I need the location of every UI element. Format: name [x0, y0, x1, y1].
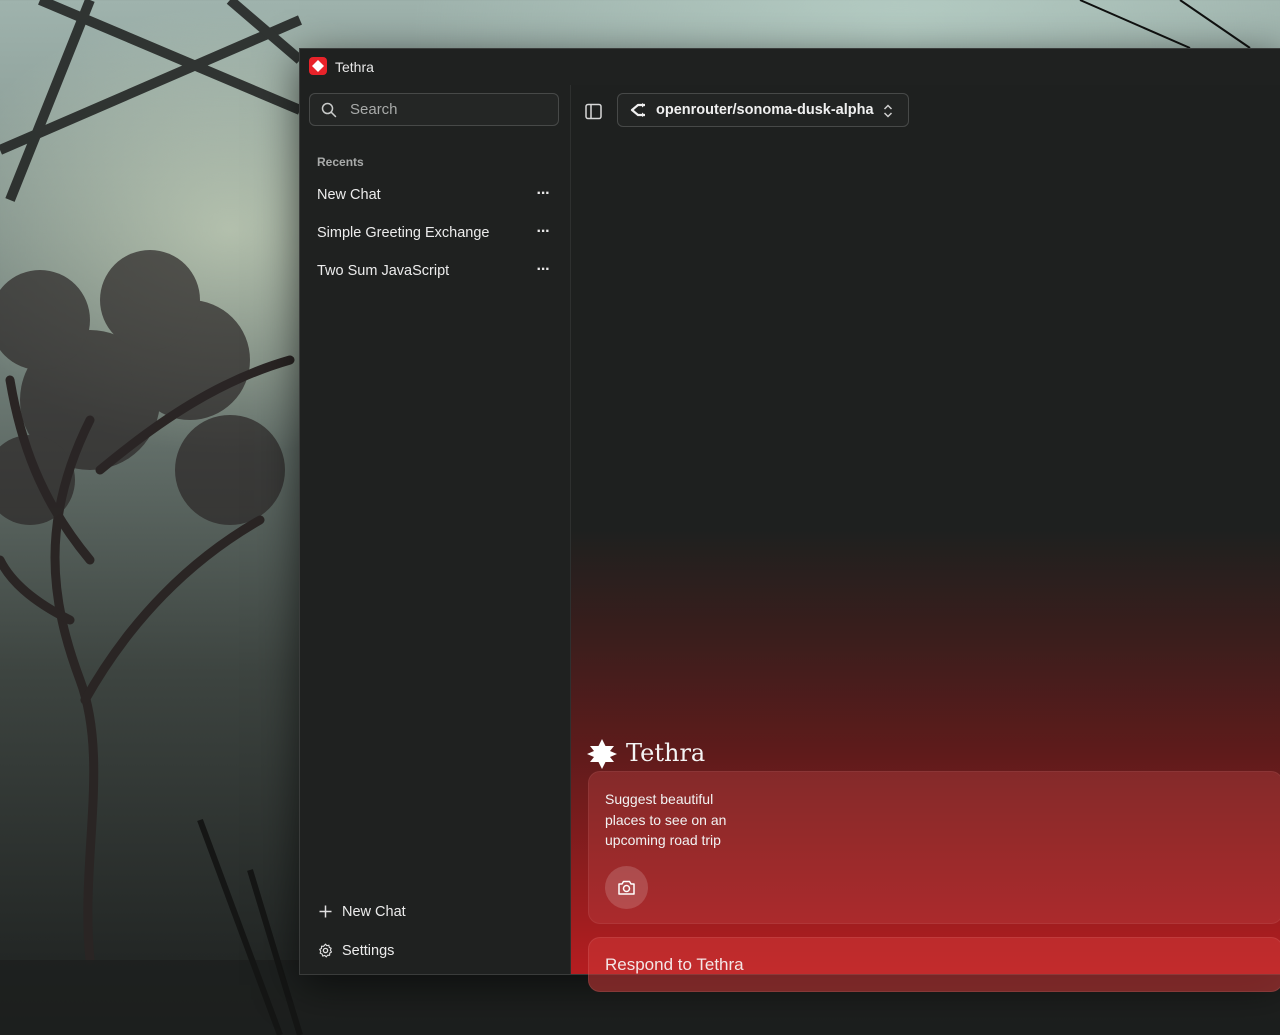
settings-button[interactable]: Settings	[309, 936, 561, 966]
gear-icon	[319, 943, 333, 958]
brand-logo-icon	[587, 739, 617, 769]
brand-name: Tethra	[626, 739, 706, 767]
chat-item-simple-greeting-exchange[interactable]: Simple Greeting Exchange ···	[309, 217, 561, 249]
chevron-updown-icon	[883, 104, 893, 118]
search-box[interactable]	[309, 93, 559, 126]
model-selector-label: openrouter/sonoma-dusk-alpha	[656, 102, 874, 118]
suggestion-card[interactable]: Suggest beautiful places to see on an up…	[588, 771, 1280, 924]
camera-button[interactable]	[605, 866, 648, 909]
app-logo-icon	[309, 57, 327, 75]
search-icon	[321, 102, 337, 118]
title-bar: Tethra	[300, 49, 1280, 85]
more-icon[interactable]: ···	[533, 261, 553, 279]
new-chat-button[interactable]: New Chat	[309, 897, 561, 927]
more-icon[interactable]: ···	[533, 223, 553, 241]
chat-item-new-chat[interactable]: New Chat ···	[309, 179, 561, 211]
more-icon[interactable]: ···	[533, 185, 553, 203]
openrouter-icon	[630, 103, 645, 117]
sidebar: Recents New Chat ··· Simple Greeting Exc…	[300, 85, 570, 974]
chat-item-label: New Chat	[317, 187, 381, 203]
app-window: Tethra Recents New Chat ··· Simple Greet…	[299, 48, 1280, 992]
search-input[interactable]	[350, 94, 550, 125]
recents-heading: Recents	[317, 155, 364, 169]
settings-label: Settings	[342, 943, 395, 959]
model-selector[interactable]: openrouter/sonoma-dusk-alpha	[617, 93, 909, 127]
chat-main: openrouter/sonoma-dusk-alpha Tethra Sugg…	[570, 85, 1280, 992]
app-title: Tethra	[335, 59, 374, 75]
new-chat-label: New Chat	[342, 904, 406, 920]
camera-icon	[618, 880, 635, 895]
suggestion-text: Suggest beautiful places to see on an up…	[605, 791, 727, 848]
plus-icon	[319, 905, 332, 918]
respond-box[interactable]	[588, 937, 1280, 992]
chat-item-label: Two Sum JavaScript	[317, 263, 450, 279]
chat-item-two-sum-javascript[interactable]: Two Sum JavaScript ···	[309, 255, 561, 287]
chat-item-label: Simple Greeting Exchange	[317, 225, 490, 241]
sidebar-toggle-icon[interactable]	[583, 101, 605, 123]
respond-input[interactable]	[605, 938, 1105, 991]
